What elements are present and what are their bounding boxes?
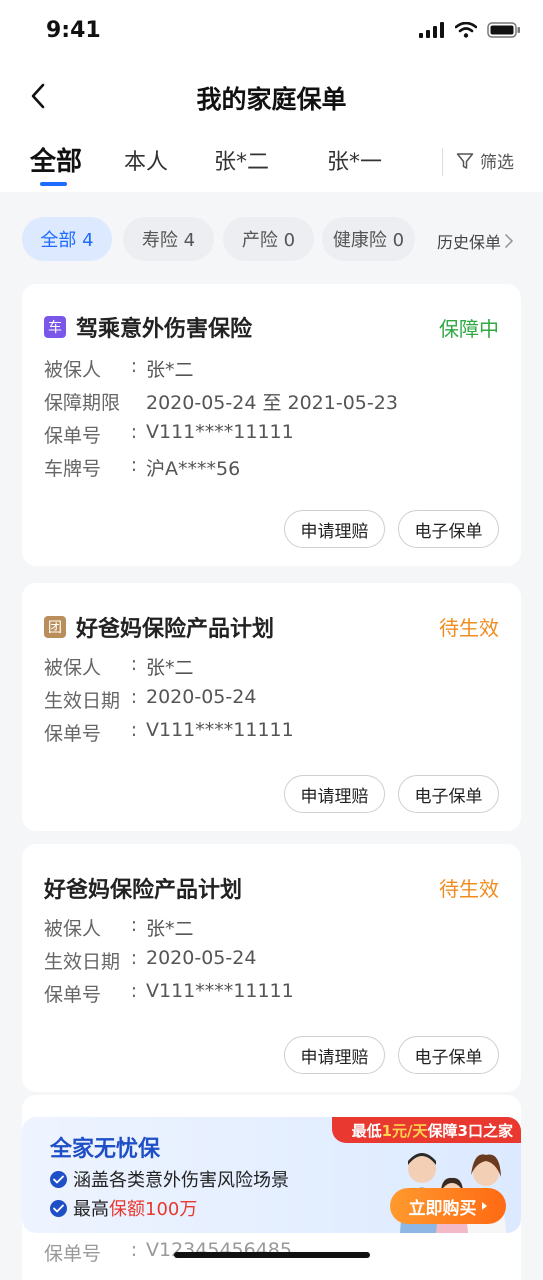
policy-title-row: 车 驾乘意外伤害保险 (44, 311, 252, 343)
wifi-icon (455, 22, 477, 38)
buy-now-label: 立即购买 (408, 1198, 477, 1219)
policy-row: 保障期限 2020-05-24 至 2021-05-23 (44, 388, 398, 415)
e-policy-button[interactable]: 电子保单 (398, 1036, 499, 1074)
nav-bar: 我的家庭保单 (0, 66, 543, 126)
row-value: V111****11111 (146, 719, 294, 741)
filter-button[interactable]: 筛选 (456, 148, 514, 173)
row-value: V111****11111 (146, 421, 294, 443)
row-key: 保单号 (44, 425, 102, 447)
policy-title-row: 好爸妈保险产品计划 (44, 872, 242, 904)
row-key: 保单号 (44, 1243, 102, 1265)
row-key: 保单号 (44, 984, 102, 1006)
row-key: 生效日期 (44, 951, 121, 973)
check-icon (50, 1199, 67, 1217)
policy-row: 生效日期:2020-05-24 (44, 947, 257, 973)
check-icon (50, 1170, 67, 1188)
row-key: 保障期限 (44, 392, 121, 414)
history-policies-link[interactable]: 历史保单 (437, 229, 513, 253)
e-policy-button[interactable]: 电子保单 (398, 775, 499, 813)
policy-title: 好爸妈保险产品计划 (76, 617, 275, 642)
status-bar: 9:41 (0, 0, 543, 66)
tab-all[interactable]: 全部 (30, 141, 82, 178)
chip-all[interactable]: 全部 4 (22, 217, 112, 261)
policy-row: 保单号: V111****11111 (44, 980, 294, 1006)
active-tab-indicator (40, 182, 67, 186)
chip-health[interactable]: 健康险 0 (322, 217, 415, 261)
promo-feature: 涵盖各类意外伤害风险场景 (50, 1166, 289, 1192)
row-value: 张*二 (146, 918, 194, 940)
row-value: 2020-05-24 (146, 686, 257, 708)
row-value: V111****11111 (146, 980, 294, 1002)
policy-row: 被保人: 张*二 (44, 914, 194, 940)
home-indicator (174, 1252, 370, 1258)
car-badge-icon: 车 (44, 316, 66, 338)
chip-property[interactable]: 产险 0 (223, 217, 314, 261)
filter-icon (456, 152, 474, 169)
status-time: 9:41 (46, 18, 101, 43)
tab-self[interactable]: 本人 (124, 144, 168, 176)
row-key: 被保人 (44, 359, 102, 381)
policy-card[interactable]: 好爸妈保险产品计划 待生效 被保人: 张*二 生效日期:2020-05-24 保单… (22, 844, 521, 1092)
promo-feature-highlight: 保额100万 (109, 1199, 198, 1220)
chip-life[interactable]: 寿险 4 (123, 217, 214, 261)
promo-feature: 最高保额100万 (50, 1195, 197, 1221)
tab-zhang-yi[interactable]: 张*一 (327, 144, 382, 176)
signal-icon (419, 22, 444, 38)
policy-title: 好爸妈保险产品计划 (44, 878, 243, 903)
battery-icon (487, 22, 520, 38)
policy-title-row: 团 好爸妈保险产品计划 (44, 611, 274, 643)
row-key: 车牌号 (44, 458, 102, 480)
row-value: 2020-05-24 至 2021-05-23 (146, 392, 398, 414)
policy-row: 保单号: V111****11111 (44, 421, 294, 447)
tab-divider (442, 148, 443, 176)
policy-status: 待生效 (439, 616, 499, 640)
policy-status: 待生效 (439, 877, 499, 901)
promo-banner[interactable]: 最低 1元/天 保障3口之家 全家无忧保 涵盖各类意外伤害风险场景 最高保额10… (22, 1117, 521, 1233)
row-key: 保单号 (44, 723, 102, 745)
row-key: 被保人 (44, 918, 102, 940)
policy-card[interactable]: 车 驾乘意外伤害保险 保障中 被保人: 张*二 保障期限 2020-05-24 至 … (22, 284, 521, 566)
tag-suffix: 保障3口之家 (427, 1121, 513, 1140)
promo-title: 全家无忧保 (50, 1137, 161, 1162)
policy-status: 保障中 (439, 317, 499, 341)
group-badge-icon: 团 (44, 616, 66, 638)
tab-zhang-er[interactable]: 张*二 (214, 144, 269, 176)
row-key: 被保人 (44, 657, 102, 679)
policy-row: 被保人: 张*二 (44, 653, 194, 679)
row-value: 张*二 (146, 657, 194, 679)
page-title: 我的家庭保单 (196, 85, 347, 114)
claim-button[interactable]: 申请理赔 (284, 1036, 385, 1074)
category-chips: 全部 4 寿险 4 产险 0 健康险 0 历史保单 (22, 217, 543, 261)
policy-row: 保单号: V111****11111 (44, 719, 294, 745)
member-tabs: 全部 本人 张*二 张*一 筛选 (0, 126, 543, 192)
policy-row: 被保人: 张*二 (44, 355, 194, 381)
tag-highlight: 1元/天 (381, 1121, 428, 1140)
caret-right-icon (481, 1202, 487, 1210)
status-icons (419, 22, 521, 38)
policy-title: 驾乘意外伤害保险 (76, 317, 253, 342)
claim-button[interactable]: 申请理赔 (284, 775, 385, 813)
e-policy-button[interactable]: 电子保单 (398, 510, 499, 548)
promo-price-tag: 最低 1元/天 保障3口之家 (331, 1117, 521, 1143)
row-value: 沪A****56 (146, 458, 241, 480)
buy-now-button[interactable]: 立即购买 (390, 1188, 506, 1224)
filter-label: 筛选 (480, 153, 514, 173)
claim-button[interactable]: 申请理赔 (284, 510, 385, 548)
tag-prefix: 最低 (351, 1121, 382, 1140)
row-key: 生效日期 (44, 690, 121, 712)
chevron-right-icon (505, 234, 513, 248)
history-label: 历史保单 (437, 233, 502, 252)
policy-card[interactable]: 团 好爸妈保险产品计划 待生效 被保人: 张*二 生效日期:2020-05-24 … (22, 583, 521, 831)
promo-feature-prefix: 最高 (73, 1199, 109, 1220)
policy-row: 车牌号: 沪A****56 (44, 454, 241, 480)
row-value: 张*二 (146, 359, 194, 381)
policy-row: 生效日期:2020-05-24 (44, 686, 257, 712)
promo-feature-text: 涵盖各类意外伤害风险场景 (73, 1170, 289, 1191)
row-value: 2020-05-24 (146, 947, 257, 969)
